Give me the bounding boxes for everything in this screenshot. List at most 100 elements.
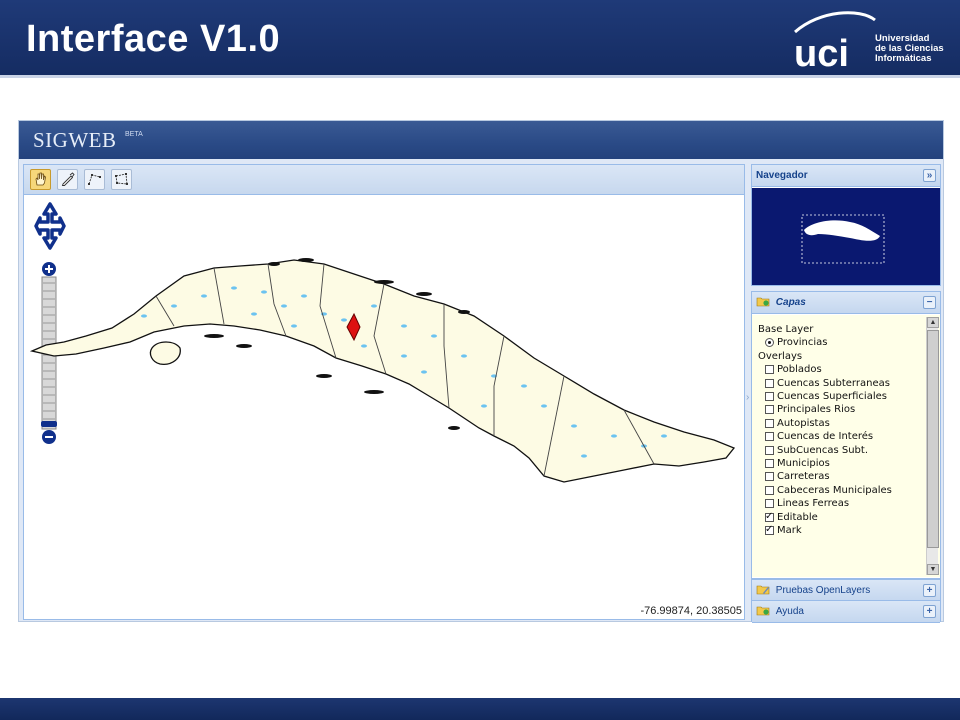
layer-item[interactable]: Autopistas xyxy=(758,417,924,430)
layer-checkbox[interactable] xyxy=(765,510,774,523)
water-body xyxy=(251,312,257,316)
layer-checkbox[interactable] xyxy=(765,485,774,495)
water-body xyxy=(231,286,237,290)
overlay-list: Poblados Cuencas Subterraneas Cuencas Supe… xyxy=(758,363,924,537)
layer-item[interactable]: Cuencas Superficiales xyxy=(758,390,924,403)
layer-checkbox[interactable] xyxy=(765,523,774,536)
layer-item[interactable]: Provincias xyxy=(758,336,924,349)
overview-map-image xyxy=(801,214,885,264)
overview-map[interactable] xyxy=(752,188,940,285)
layer-item[interactable]: Municipios xyxy=(758,457,924,470)
layer-label: Cuencas de Interés xyxy=(777,431,874,443)
layer-label: Editable xyxy=(777,511,818,523)
base-layer-label: Base Layer xyxy=(758,324,814,335)
navigator-title: Navegador xyxy=(756,170,808,181)
app-brand-beta: BETA xyxy=(125,131,143,138)
layer-radio[interactable] xyxy=(765,338,774,348)
navigator-header[interactable]: Navegador » xyxy=(752,165,940,187)
water-body xyxy=(431,334,437,338)
draw-line-button[interactable] xyxy=(84,169,105,190)
layers-header[interactable]: Capas − xyxy=(752,292,940,314)
layer-item[interactable]: Cuencas Subterraneas xyxy=(758,377,924,390)
layer-item[interactable]: Mark xyxy=(758,523,924,537)
draw-feature-button[interactable] xyxy=(57,169,78,190)
layers-collapse-button[interactable]: − xyxy=(923,296,936,309)
cuba-mainland xyxy=(29,259,736,483)
layer-label: Mark xyxy=(777,525,802,537)
layer-item[interactable]: Cuencas de Interés xyxy=(758,430,924,443)
layer-checkbox[interactable] xyxy=(765,472,774,482)
layer-item[interactable]: Cabeceras Municipales xyxy=(758,484,924,497)
layer-label: Provincias xyxy=(777,337,828,349)
layer-checkbox[interactable] xyxy=(765,499,774,509)
help-expand-button[interactable]: + xyxy=(923,605,936,618)
scroll-thumb[interactable] xyxy=(927,330,939,548)
layer-list: Base Layer Provincias Overlays Poblados C… xyxy=(758,323,924,538)
scroll-down-icon[interactable]: ▼ xyxy=(927,564,939,575)
mouse-coordinates: -76.99874, 20.38505 xyxy=(640,605,742,617)
water-body xyxy=(521,384,527,388)
layer-checkbox[interactable] xyxy=(765,365,774,375)
base-layer-list: Provincias xyxy=(758,336,924,349)
overlays-label: Overlays xyxy=(758,350,803,362)
layer-switcher: Base Layer Provincias Overlays Poblados C… xyxy=(752,315,940,577)
water-body xyxy=(291,324,297,328)
layer-checkbox[interactable] xyxy=(765,459,774,469)
layer-item[interactable]: Poblados xyxy=(758,363,924,376)
cay xyxy=(316,374,332,378)
map-viewport[interactable]: -76.99874, 20.38505 xyxy=(24,196,744,619)
layer-item[interactable]: Principales Rios xyxy=(758,403,924,416)
layers-title: Capas xyxy=(775,297,806,308)
water-body xyxy=(481,404,487,408)
scroll-up-icon[interactable]: ▲ xyxy=(927,317,939,328)
svg-text:uci: uci xyxy=(794,33,849,70)
openlayers-expand-button[interactable]: + xyxy=(923,584,936,597)
water-body xyxy=(261,290,267,294)
layers-scrollbar[interactable]: ▲ ▼ xyxy=(926,317,939,575)
layer-checkbox[interactable] xyxy=(765,418,774,428)
side-panels: Navegador » Capas − Base Layer Provincia… xyxy=(751,164,941,623)
logo-text: Universidad de las Ciencias Informáticas xyxy=(875,34,955,64)
water-body xyxy=(281,304,287,308)
layer-label: Cuencas Superficiales xyxy=(777,391,887,403)
layer-item[interactable]: SubCuencas Subt. xyxy=(758,444,924,457)
openlayers-header[interactable]: Pruebas OpenLayers + xyxy=(752,580,940,602)
logo-line-3: Informáticas xyxy=(875,53,932,64)
layer-label: Carreteras xyxy=(777,471,830,483)
water-body xyxy=(301,294,307,298)
layer-checkbox[interactable] xyxy=(765,432,774,442)
cay xyxy=(236,344,252,348)
layer-checkbox[interactable] xyxy=(765,405,774,415)
cay xyxy=(374,280,394,284)
layer-checkbox[interactable] xyxy=(765,392,774,402)
water-body xyxy=(461,354,467,358)
water-body xyxy=(341,318,347,322)
water-body xyxy=(401,324,407,328)
layer-item[interactable]: Lineas Ferreas xyxy=(758,497,924,510)
draw-polygon-icon xyxy=(115,173,128,185)
collapse-arrow-icon[interactable]: › xyxy=(746,392,749,403)
layer-label: SubCuencas Subt. xyxy=(777,444,868,456)
layer-item[interactable]: Carreteras xyxy=(758,470,924,483)
help-panel: Ayuda + xyxy=(751,600,941,623)
navigator-collapse-button[interactable]: » xyxy=(923,169,936,182)
layers-panel: Capas − Base Layer Provincias Overlays P… xyxy=(751,291,941,579)
layer-label: Poblados xyxy=(777,364,822,376)
help-header[interactable]: Ayuda + xyxy=(752,601,940,623)
draw-polygon-button[interactable] xyxy=(111,169,132,190)
cay xyxy=(448,426,460,430)
app-brand: SIGWEB xyxy=(33,128,117,152)
map-toolbar xyxy=(24,165,744,195)
layer-checkbox[interactable] xyxy=(765,378,774,388)
pan-hand-button[interactable] xyxy=(30,169,51,190)
cay xyxy=(298,258,314,262)
layer-label: Cuencas Subterraneas xyxy=(777,377,890,389)
water-body xyxy=(371,304,377,308)
water-body xyxy=(581,454,587,458)
layer-checkbox[interactable] xyxy=(765,445,774,455)
draw-feature-icon xyxy=(61,172,75,186)
water-body xyxy=(611,434,617,438)
cay xyxy=(458,310,470,314)
water-body xyxy=(401,354,407,358)
layer-item[interactable]: Editable xyxy=(758,510,924,524)
